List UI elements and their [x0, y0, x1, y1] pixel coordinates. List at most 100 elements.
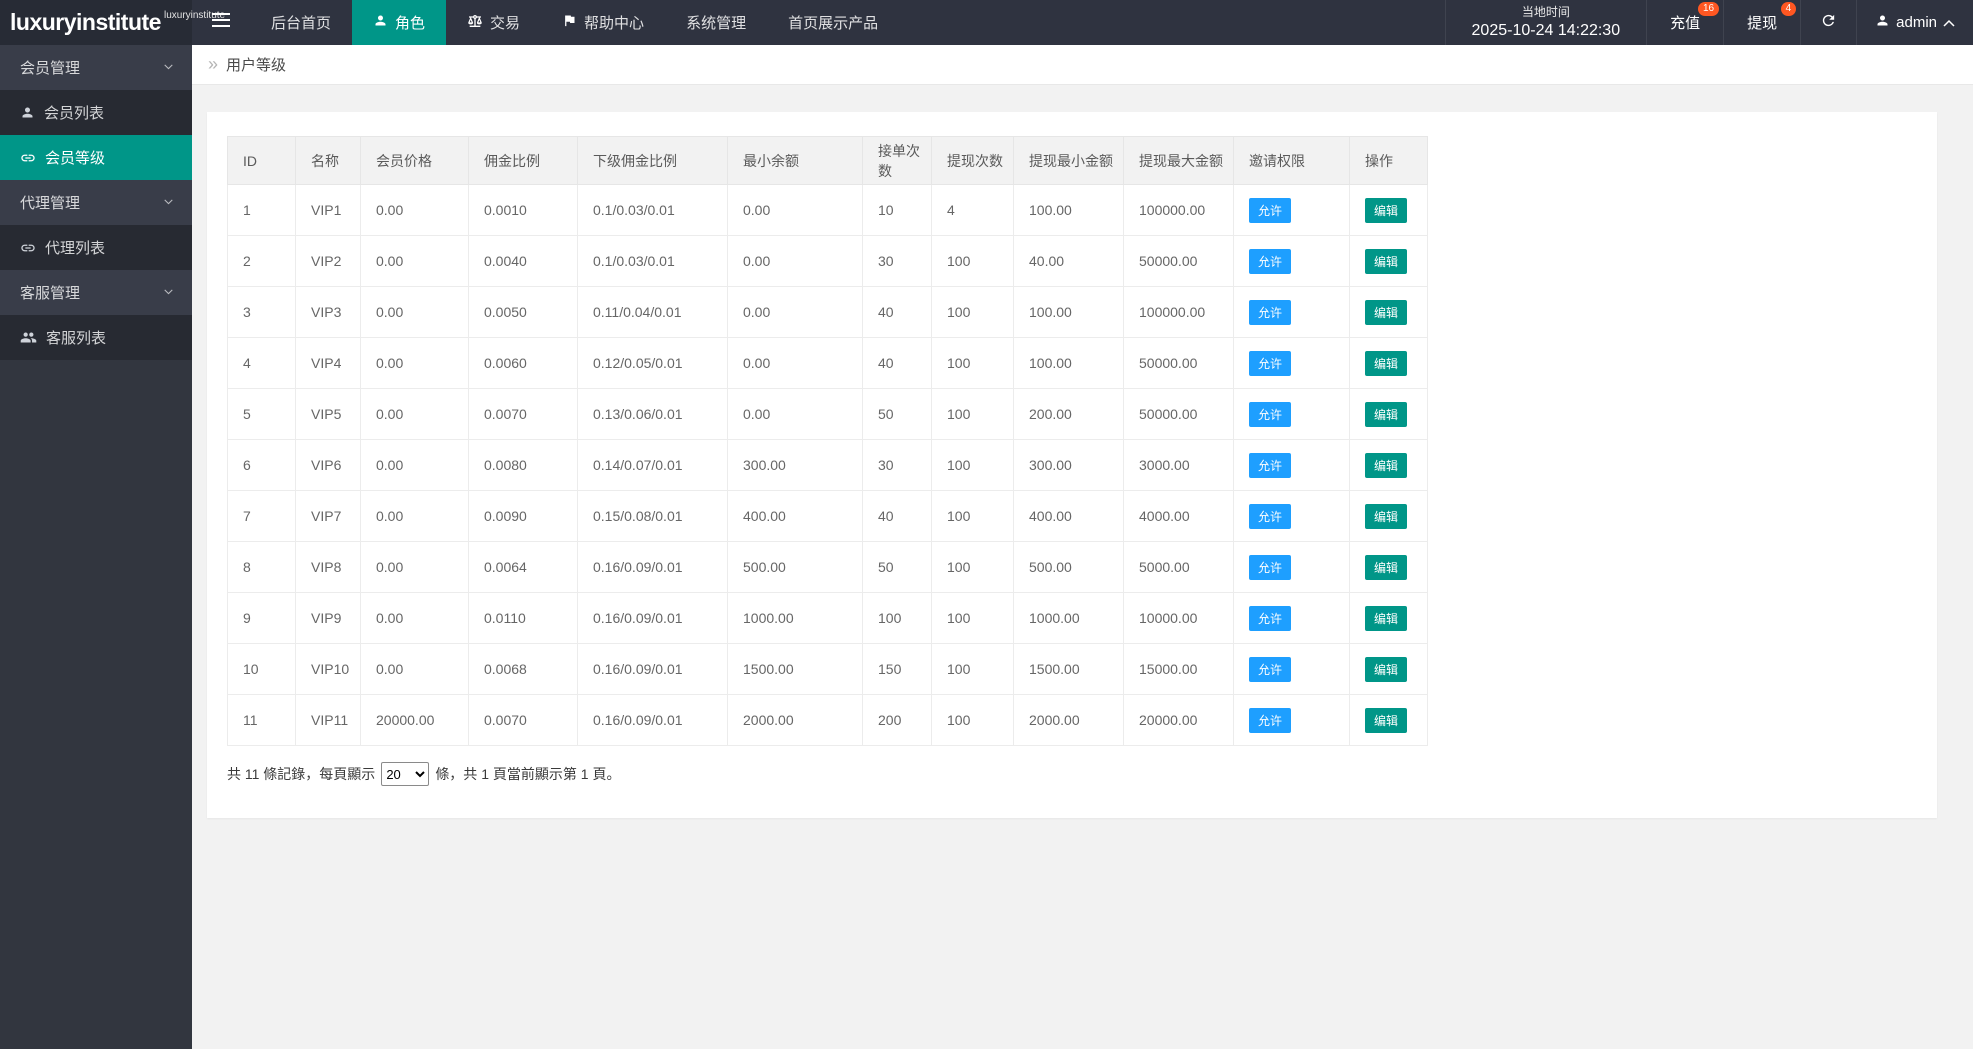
cell-invite: 允许 — [1233, 439, 1350, 491]
cell-max_withdraw: 5000.00 — [1123, 541, 1234, 593]
cell-action: 编辑 — [1349, 541, 1428, 593]
admin-menu[interactable]: admin — [1857, 0, 1973, 45]
cell-invite: 允许 — [1233, 490, 1350, 542]
invite-allow-badge[interactable]: 允许 — [1249, 605, 1292, 631]
cell-max_withdraw: 50000.00 — [1123, 388, 1234, 440]
column-header: 提现最小金额 — [1013, 136, 1124, 185]
cell-withdrawals: 100 — [931, 490, 1014, 542]
invite-allow-badge[interactable]: 允许 — [1249, 248, 1292, 274]
sidebar-item[interactable]: 客服列表 — [0, 315, 192, 360]
sidebar-item[interactable]: 会员列表 — [0, 90, 192, 135]
recharge-link[interactable]: 充值 16 — [1647, 0, 1725, 45]
cell-sub_commission: 0.15/0.08/0.01 — [577, 490, 728, 542]
cell-price: 0.00 — [360, 286, 469, 338]
cell-action: 编辑 — [1349, 439, 1428, 491]
cell-name: VIP8 — [295, 541, 361, 593]
cell-orders: 30 — [862, 235, 932, 287]
edit-button[interactable]: 编辑 — [1365, 605, 1408, 631]
invite-allow-badge[interactable]: 允许 — [1249, 503, 1292, 529]
invite-allow-badge[interactable]: 允许 — [1249, 452, 1292, 478]
nav-item[interactable]: 交易 — [446, 0, 541, 45]
edit-button[interactable]: 编辑 — [1365, 656, 1408, 682]
invite-allow-badge[interactable]: 允许 — [1249, 554, 1292, 580]
edit-button[interactable]: 编辑 — [1365, 554, 1408, 580]
cell-commission: 0.0070 — [468, 388, 578, 440]
cell-max_withdraw: 10000.00 — [1123, 592, 1234, 644]
cell-sub_commission: 0.16/0.09/0.01 — [577, 541, 728, 593]
cell-commission: 0.0060 — [468, 337, 578, 389]
cell-min_withdraw: 100.00 — [1013, 184, 1124, 236]
sidebar-item[interactable]: 客服管理 — [0, 270, 192, 315]
cell-withdrawals: 100 — [931, 286, 1014, 338]
cell-id: 9 — [227, 592, 296, 644]
cell-sub_commission: 0.13/0.06/0.01 — [577, 388, 728, 440]
current-time: 当地时间 2025-10-24 14:22:30 — [1444, 0, 1648, 45]
hamburger-icon — [212, 13, 230, 32]
nav-item[interactable]: 角色 — [352, 0, 447, 45]
withdraw-link[interactable]: 提现 4 — [1724, 0, 1802, 45]
edit-button[interactable]: 编辑 — [1365, 299, 1408, 325]
cell-name: VIP4 — [295, 337, 361, 389]
cell-sub_commission: 0.16/0.09/0.01 — [577, 694, 728, 746]
invite-allow-badge[interactable]: 允许 — [1249, 401, 1292, 427]
invite-allow-badge[interactable]: 允许 — [1249, 656, 1292, 682]
cell-action: 编辑 — [1349, 184, 1428, 236]
edit-button[interactable]: 编辑 — [1365, 503, 1408, 529]
cell-min_withdraw: 100.00 — [1013, 337, 1124, 389]
nav-item[interactable]: 系统管理 — [665, 0, 767, 45]
cell-commission: 0.0010 — [468, 184, 578, 236]
sidebar-collapse-button[interactable] — [192, 0, 250, 45]
sidebar-item[interactable]: 代理管理 — [0, 180, 192, 225]
cell-sub_commission: 0.16/0.09/0.01 — [577, 592, 728, 644]
edit-button[interactable]: 编辑 — [1365, 350, 1408, 376]
refresh-button[interactable] — [1801, 0, 1858, 45]
user-icon — [1875, 13, 1890, 32]
edit-button[interactable]: 编辑 — [1365, 452, 1408, 478]
cell-min_balance: 0.00 — [727, 184, 863, 236]
cell-withdrawals: 100 — [931, 592, 1014, 644]
cell-id: 5 — [227, 388, 296, 440]
cell-price: 0.00 — [360, 235, 469, 287]
pagination-prefix: 共 11 條記錄，每頁顯示 — [227, 766, 376, 782]
edit-button[interactable]: 编辑 — [1365, 707, 1408, 733]
nav-item[interactable]: 帮助中心 — [541, 0, 665, 45]
cell-orders: 150 — [862, 643, 932, 695]
cell-commission: 0.0068 — [468, 643, 578, 695]
column-header: 会员价格 — [360, 136, 469, 185]
cell-commission: 0.0040 — [468, 235, 578, 287]
sidebar-item[interactable]: 会员管理 — [0, 45, 192, 90]
cell-price: 0.00 — [360, 490, 469, 542]
edit-button[interactable]: 编辑 — [1365, 197, 1408, 223]
cell-name: VIP11 — [295, 694, 361, 746]
nav-item[interactable]: 首页展示产品 — [767, 0, 899, 45]
logo-text: luxuryinstitute — [10, 9, 161, 35]
invite-allow-badge[interactable]: 允许 — [1249, 299, 1292, 325]
cell-orders: 200 — [862, 694, 932, 746]
sidebar-item[interactable]: 代理列表 — [0, 225, 192, 270]
nav-item-label: 首页展示产品 — [788, 15, 879, 32]
invite-allow-badge[interactable]: 允许 — [1249, 350, 1292, 376]
cell-sub_commission: 0.11/0.04/0.01 — [577, 286, 728, 338]
cell-action: 编辑 — [1349, 592, 1428, 644]
edit-button[interactable]: 编辑 — [1365, 248, 1408, 274]
sidebar-item[interactable]: 会员等级 — [0, 135, 192, 180]
cell-price: 0.00 — [360, 592, 469, 644]
column-header: ID — [227, 136, 296, 185]
column-header: 接单次数 — [862, 136, 932, 185]
nav-item-label: 交易 — [490, 15, 521, 32]
page-title: 用户等级 — [226, 57, 287, 74]
cell-invite: 允许 — [1233, 235, 1350, 287]
page-size-select[interactable]: 20 — [381, 762, 430, 786]
invite-allow-badge[interactable]: 允许 — [1249, 197, 1292, 223]
edit-button[interactable]: 编辑 — [1365, 401, 1408, 427]
invite-allow-badge[interactable]: 允许 — [1249, 707, 1292, 733]
column-header: 提现次数 — [931, 136, 1014, 185]
cell-id: 8 — [227, 541, 296, 593]
nav-item[interactable]: 后台首页 — [250, 0, 352, 45]
cell-id: 2 — [227, 235, 296, 287]
cell-withdrawals: 100 — [931, 235, 1014, 287]
cell-min_withdraw: 40.00 — [1013, 235, 1124, 287]
table-row: 11 VIP11 20000.00 0.0070 0.16/0.09/0.01 2000.… — [227, 694, 1428, 746]
column-header: 下级佣金比例 — [577, 136, 728, 185]
nav-item-label: 角色 — [395, 15, 426, 32]
